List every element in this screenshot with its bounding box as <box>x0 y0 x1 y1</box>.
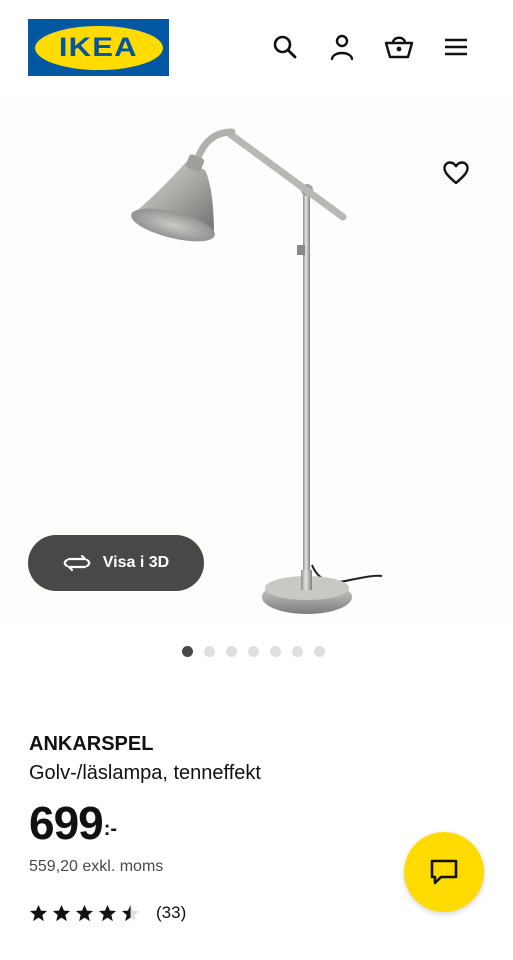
view-in-3d-button[interactable]: Visa i 3D <box>28 535 204 591</box>
product-page: IKEA Visa i 3D ANKARSPEL Golv-/läslampa,… <box>0 0 513 960</box>
chat-icon <box>429 858 459 886</box>
product-name: ANKARSPEL <box>29 733 154 755</box>
shopping-bag-icon[interactable] <box>384 32 414 62</box>
search-icon[interactable] <box>270 32 300 62</box>
star-full-icon <box>75 904 94 921</box>
top-header: IKEA <box>0 0 513 96</box>
chat-button[interactable] <box>404 832 484 912</box>
star-full-icon <box>29 904 48 921</box>
logo-text: IKEA <box>59 32 138 62</box>
gallery-dot[interactable] <box>270 646 281 657</box>
gallery-dot[interactable] <box>182 646 193 657</box>
rating-stars <box>29 904 140 923</box>
view-in-3d-label: Visa i 3D <box>102 554 170 571</box>
rating-count: (33) <box>156 903 187 922</box>
account-icon[interactable] <box>327 32 357 62</box>
menu-icon[interactable] <box>441 32 471 62</box>
rotate-3d-icon <box>63 554 91 572</box>
gallery-dot[interactable] <box>248 646 259 657</box>
product-rating[interactable]: (33) <box>29 903 186 923</box>
price-excl-vat: 559,20 exkl. moms <box>29 858 164 875</box>
price-value: 699 <box>29 797 104 849</box>
gallery-dot[interactable] <box>204 646 215 657</box>
price-currency-suffix: :- <box>103 818 118 840</box>
heart-icon[interactable] <box>440 157 472 189</box>
logo-oval: IKEA <box>34 25 163 70</box>
star-full-icon <box>98 904 117 921</box>
gallery-pagination <box>182 646 325 657</box>
gallery-dot[interactable] <box>226 646 237 657</box>
product-description: Golv-/läslampa, tenneffekt <box>29 762 261 784</box>
star-full-icon <box>52 904 71 921</box>
star-half-icon <box>121 904 140 921</box>
product-price: 699 :- <box>29 796 117 850</box>
gallery-dot[interactable] <box>292 646 303 657</box>
ikea-logo[interactable]: IKEA <box>28 19 169 76</box>
gallery-dot[interactable] <box>314 646 325 657</box>
